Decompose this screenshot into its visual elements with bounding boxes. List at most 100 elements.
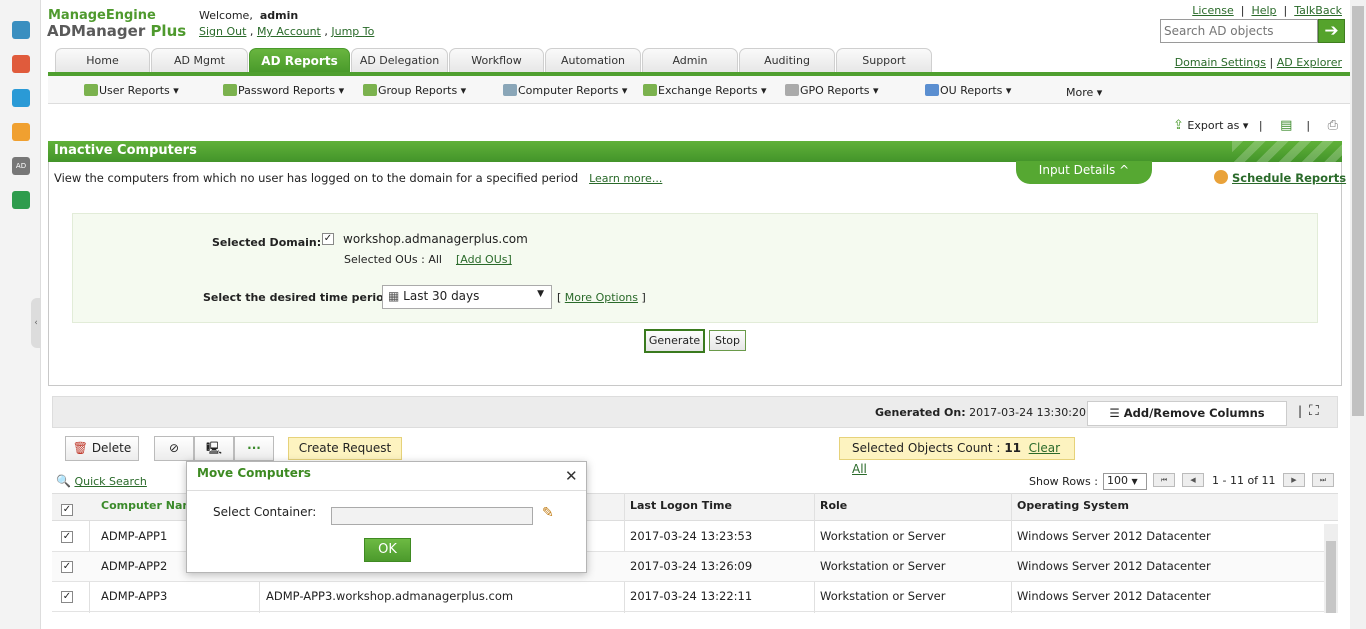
print-icon[interactable]: ⎙ — [1328, 118, 1338, 133]
prev-page-icon[interactable]: ◀ — [1182, 473, 1204, 487]
col-last-logon[interactable]: Last Logon Time — [630, 499, 732, 512]
pencil-icon[interactable]: ✎ — [542, 505, 554, 521]
col-os[interactable]: Operating System — [1017, 499, 1129, 512]
close-icon[interactable]: ✕ — [565, 467, 578, 485]
cell-os: Windows Server 2012 Datacenter — [1017, 529, 1211, 543]
table-row[interactable]: ✓ ADMP-APP3 ADMP-APP3.workshop.admanager… — [52, 582, 1324, 612]
next-page-icon[interactable]: ▶ — [1283, 473, 1305, 487]
quick-search-link: Quick Search — [74, 475, 147, 488]
input-details-toggle[interactable]: Input Details ^ — [1016, 161, 1152, 184]
cell-name: ADMP-APP2 — [101, 559, 168, 573]
subnav-label: More — [1066, 86, 1094, 99]
rows-per-page-select[interactable]: 100 ▼ — [1103, 473, 1147, 490]
tab-automation[interactable]: Automation — [545, 48, 641, 73]
subnav-exchange-reports[interactable]: Exchange Reports ▾ — [643, 84, 766, 97]
time-period-select[interactable]: ▦ Last 30 days ▼ — [382, 285, 552, 309]
search-input[interactable] — [1160, 19, 1318, 43]
learn-more-link[interactable]: Learn more... — [589, 172, 662, 185]
tab-admin[interactable]: Admin — [642, 48, 738, 73]
ad-explorer-link[interactable]: AD Explorer — [1277, 56, 1342, 69]
app-icon[interactable] — [12, 191, 30, 209]
col-computer-name[interactable]: Computer Nam — [101, 499, 194, 512]
delete-label: Delete — [91, 441, 132, 455]
subnav-more[interactable]: More ▾ — [1066, 86, 1102, 99]
disable-icon: ⊘ — [168, 441, 180, 455]
generate-button[interactable]: Generate — [644, 329, 705, 353]
key-icon[interactable] — [12, 89, 30, 107]
search-go-icon[interactable]: ➔ — [1318, 19, 1345, 43]
help-link[interactable]: Help — [1251, 4, 1276, 17]
subnav-group-reports[interactable]: Group Reports ▾ — [363, 84, 466, 97]
monitor-icon[interactable] — [12, 21, 30, 39]
container-input[interactable] — [331, 507, 533, 525]
tab-ad-reports[interactable]: AD Reports — [249, 48, 350, 73]
magnifier-icon: 🔍 — [56, 474, 71, 488]
talkback-link[interactable]: TalkBack — [1294, 4, 1342, 17]
exchange-icon — [643, 84, 657, 96]
add-remove-columns-label: Add/Remove Columns — [1123, 406, 1265, 420]
gpo-icon — [785, 84, 799, 96]
first-page-icon[interactable]: ⏮ — [1153, 473, 1175, 487]
cell-role: Workstation or Server — [820, 529, 946, 543]
table-scroll-thumb[interactable] — [1326, 541, 1336, 613]
delete-button[interactable]: 🗑 Delete — [65, 436, 139, 461]
time-period-value: Last 30 days — [403, 289, 480, 303]
welcome-text: Welcome, admin — [199, 9, 298, 22]
export-as-button[interactable]: Export as ▾ — [1187, 119, 1248, 132]
col-role[interactable]: Role — [820, 499, 847, 512]
input-details-label: Input Details — [1038, 163, 1116, 177]
tab-home[interactable]: Home — [55, 48, 150, 73]
last-page-icon[interactable]: ⏭ — [1312, 473, 1334, 487]
license-link[interactable]: License — [1192, 4, 1233, 17]
row-checkbox[interactable]: ✓ — [61, 591, 73, 603]
quick-search[interactable]: 🔍 Quick Search — [56, 474, 147, 488]
expand-icon[interactable]: ⛶ — [1309, 403, 1319, 419]
sign-out-link[interactable]: Sign Out — [199, 25, 246, 38]
page-scroll-thumb[interactable] — [1352, 6, 1364, 416]
chevron-down-icon: ▼ — [537, 289, 544, 299]
csv-icon[interactable]: ▤ — [1280, 118, 1292, 133]
create-request-button[interactable]: Create Request — [288, 437, 402, 460]
more-actions-button[interactable]: ··· — [234, 436, 274, 461]
add-remove-columns-button[interactable]: ☰ Add/Remove Columns — [1087, 401, 1287, 426]
cell-logon: 2017-03-24 13:22:11 — [630, 589, 753, 603]
select-all-checkbox[interactable]: ✓ — [61, 501, 73, 516]
add-ous-link[interactable]: [Add OUs] — [456, 253, 512, 266]
tab-auditing[interactable]: Auditing — [739, 48, 835, 73]
ok-button[interactable]: OK — [364, 538, 411, 562]
domain-name: workshop.admanagerplus.com — [343, 232, 528, 246]
subnav-ou-reports[interactable]: OU Reports ▾ — [925, 84, 1011, 97]
chevron-down-icon: ▼ — [1131, 477, 1138, 486]
computer-icon — [503, 84, 517, 96]
report-icon[interactable] — [12, 55, 30, 73]
jump-to-link[interactable]: Jump To — [331, 25, 374, 38]
tab-ad-mgmt[interactable]: AD Mgmt — [151, 48, 248, 73]
tab-ad-delegation[interactable]: AD Delegation — [351, 48, 448, 73]
row-checkbox[interactable]: ✓ — [61, 561, 73, 573]
domain-links: Domain Settings | AD Explorer — [1174, 56, 1342, 69]
domain-checkbox[interactable]: ✓ — [322, 230, 334, 245]
subnav-label: User Reports — [99, 84, 170, 97]
cell-logon: 2017-03-24 13:23:53 — [630, 529, 753, 543]
stop-button[interactable]: Stop — [709, 330, 746, 351]
subnav-user-reports[interactable]: User Reports ▾ — [84, 84, 179, 97]
calendar-icon[interactable] — [12, 123, 30, 141]
ad360-icon[interactable]: AD — [12, 157, 30, 175]
domain-settings-link[interactable]: Domain Settings — [1175, 56, 1266, 69]
disable-button[interactable]: ⊘ — [154, 436, 194, 461]
cell-os: Windows Server 2012 Datacenter — [1017, 559, 1211, 573]
username: admin — [259, 9, 299, 22]
row-checkbox[interactable]: ✓ — [61, 531, 73, 543]
logo-product-suffix: Plus — [145, 22, 187, 40]
report-title-bar: Inactive Computers — [48, 141, 1342, 162]
tab-workflow[interactable]: Workflow — [449, 48, 544, 73]
tab-support[interactable]: Support — [836, 48, 932, 73]
more-options-link[interactable]: More Options — [565, 291, 638, 304]
subnav-password-reports[interactable]: Password Reports ▾ — [223, 84, 344, 97]
subnav-computer-reports[interactable]: Computer Reports ▾ — [503, 84, 627, 97]
collapse-rail-icon[interactable]: ‹ — [31, 298, 41, 348]
move-button[interactable]: 🖳 — [194, 436, 234, 461]
subnav-gpo-reports[interactable]: GPO Reports ▾ — [785, 84, 879, 97]
my-account-link[interactable]: My Account — [257, 25, 321, 38]
schedule-reports-link[interactable]: Schedule Reports — [1214, 170, 1346, 185]
